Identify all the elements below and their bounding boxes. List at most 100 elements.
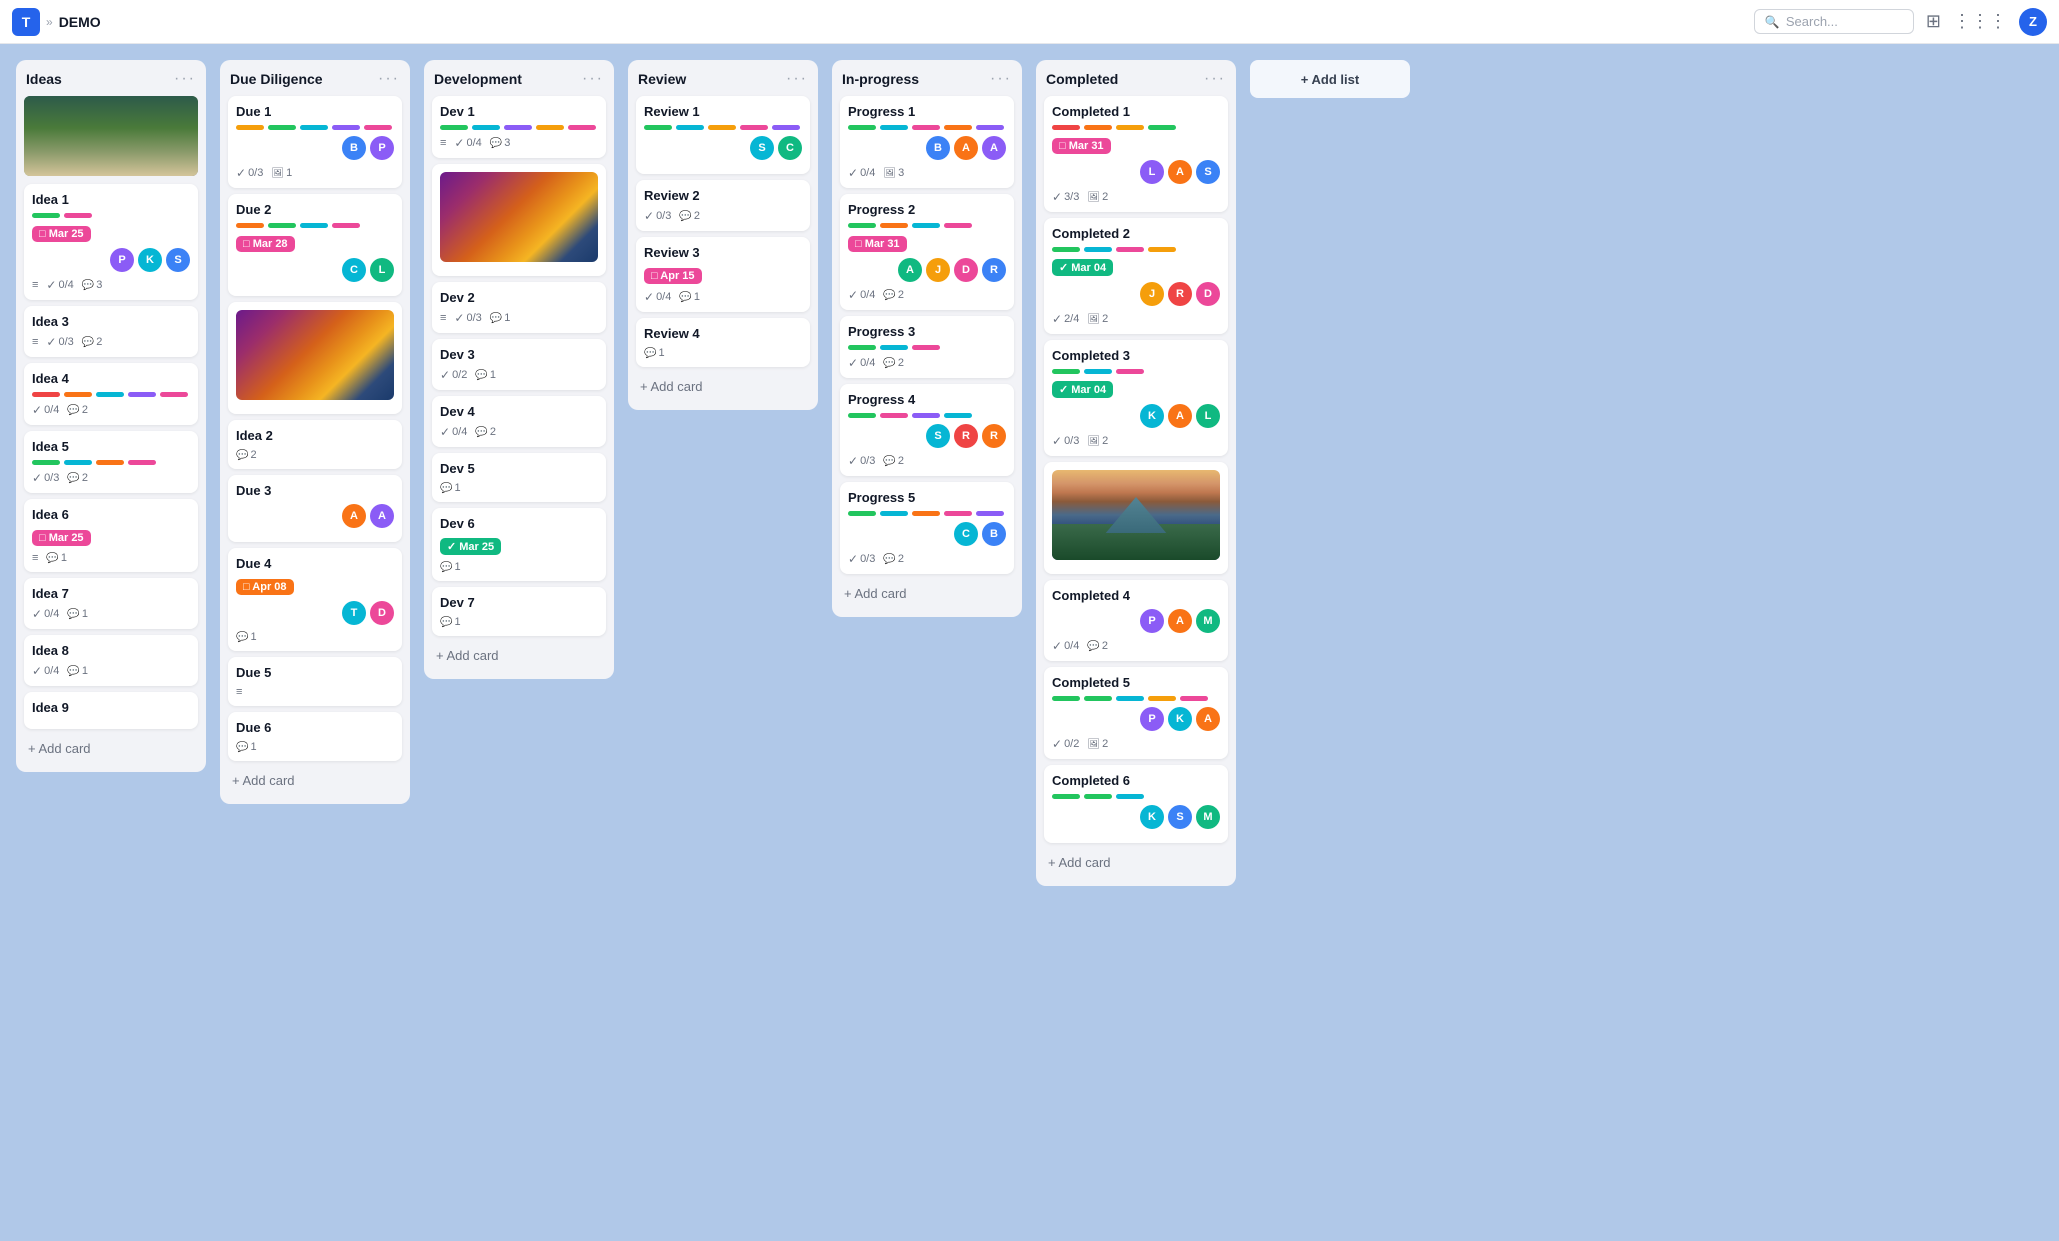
dots-icon[interactable]: ⋮⋮⋮ [1953,11,2007,32]
column-menu[interactable]: ··· [174,70,196,88]
card-dev7[interactable]: Dev 7💬 1 [432,587,606,636]
tag [1116,696,1144,701]
card-dev1[interactable]: Dev 1 ≡✓ 0/4💬 3 [432,96,606,158]
card-prog5[interactable]: Progress 5 CB ✓ 0/3💬 2 [840,482,1014,574]
column-title: In-progress [842,71,919,87]
card[interactable] [432,164,606,276]
card-dev3[interactable]: Dev 3✓ 0/2💬 1 [432,339,606,390]
check-count: ✓ 0/4 [848,166,875,180]
card-prog1[interactable]: Progress 1 BAA ✓ 0/4🖼 3 [840,96,1014,188]
column-menu[interactable]: ··· [582,70,604,88]
card-due4[interactable]: Due 4□ Apr 08 TD 💬 1 [228,548,402,651]
add-list-button[interactable]: + Add list [1250,60,1410,98]
card-avatars: SC [644,136,802,160]
card-title: Dev 2 [440,290,598,305]
add-card-button[interactable]: + Add card [24,735,198,762]
message-count: 💬 1 [67,608,88,620]
card-thumbnail [440,172,598,262]
search-box[interactable]: 🔍 Search... [1754,9,1914,34]
tag [848,413,876,418]
card-rev2[interactable]: Review 2✓ 0/3💬 2 [636,180,810,231]
user-avatar[interactable]: Z [2019,8,2047,36]
card-idea4[interactable]: Idea 4 ✓ 0/4💬 2 [24,363,198,425]
card-comp3[interactable]: Completed 3 ✓ Mar 04 KAL ✓ 0/3🖼 2 [1044,340,1228,456]
card-idea3[interactable]: Idea 3≡✓ 0/3💬 2 [24,306,198,357]
card-dev5[interactable]: Dev 5💬 1 [432,453,606,502]
card-prog2[interactable]: Progress 2 □ Mar 31 AJDR ✓ 0/4💬 2 [840,194,1014,310]
add-card-button[interactable]: + Add card [1044,849,1228,876]
card-comp4[interactable]: Completed 4 PAM ✓ 0/4💬 2 [1044,580,1228,661]
message-count: 💬 1 [440,482,461,494]
avatar: P [110,248,134,272]
column-menu[interactable]: ··· [786,70,808,88]
card-due1[interactable]: Due 1 BP ✓ 0/3🖼 1 [228,96,402,188]
add-card-button[interactable]: + Add card [636,373,810,400]
check-count: ✓ 0/3 [46,335,73,349]
card-title: Idea 1 [32,192,190,207]
card-due3[interactable]: Due 3 AA [228,475,402,542]
tag [160,392,188,397]
check-count: ✓ 0/4 [32,664,59,678]
add-card-button[interactable]: + Add card [432,642,606,669]
card-footer: ✓ 0/4💬 2 [1052,639,1220,653]
card-idea1[interactable]: Idea 1 □ Mar 25 PKS ≡✓ 0/4💬 3 [24,184,198,300]
tag [32,392,60,397]
column-menu[interactable]: ··· [1204,70,1226,88]
tag [300,223,328,228]
tag [1116,247,1144,252]
grid-icon[interactable]: ⊞ [1926,11,1941,32]
card-footer: ≡💬 1 [32,552,190,564]
card[interactable] [228,302,402,414]
card-idea6[interactable]: Idea 6□ Mar 25≡💬 1 [24,499,198,572]
card-title: Completed 6 [1052,773,1220,788]
tag [64,213,92,218]
tag [96,460,124,465]
topbar: T » DEMO 🔍 Search... ⊞ ⋮⋮⋮ Z [0,0,2059,44]
card-rev3[interactable]: Review 3□ Apr 15✓ 0/4💬 1 [636,237,810,312]
card-due6[interactable]: Due 6💬 1 [228,712,402,761]
add-card-button[interactable]: + Add card [228,767,402,794]
card-title: Due 1 [236,104,394,119]
card-tags [1052,247,1220,252]
card-rev4[interactable]: Review 4💬 1 [636,318,810,367]
card-idea5[interactable]: Idea 5 ✓ 0/3💬 2 [24,431,198,493]
card-comp5[interactable]: Completed 5 PKA ✓ 0/2🖼 2 [1044,667,1228,759]
card-comp6[interactable]: Completed 6 KSM [1044,765,1228,843]
card-title: Due 6 [236,720,394,735]
card-tags [848,413,1006,418]
card-avatars: PAM [1052,609,1220,633]
tag [96,392,124,397]
card-idea9[interactable]: Idea 9 [24,692,198,729]
card-due2[interactable]: Due 2 □ Mar 28 CL [228,194,402,296]
card-footer: ✓ 0/2🖼 2 [1052,737,1220,751]
card-idea2[interactable]: Idea 2💬 2 [228,420,402,469]
card[interactable] [1044,462,1228,574]
card-rev1[interactable]: Review 1 SC [636,96,810,174]
add-card-button[interactable]: + Add card [840,580,1014,607]
card-comp2[interactable]: Completed 2 ✓ Mar 04 JRD ✓ 2/4🖼 2 [1044,218,1228,334]
avatar: A [1196,707,1220,731]
card-dev4[interactable]: Dev 4✓ 0/4💬 2 [432,396,606,447]
avatar: K [1140,805,1164,829]
card-prog4[interactable]: Progress 4 SRR ✓ 0/3💬 2 [840,384,1014,476]
tag [332,125,360,130]
message-count: 💬 2 [1087,640,1108,652]
card-title: Progress 1 [848,104,1006,119]
card-dev2[interactable]: Dev 2≡✓ 0/3💬 1 [432,282,606,333]
app-logo[interactable]: T [12,8,40,36]
topbar-actions: 🔍 Search... ⊞ ⋮⋮⋮ Z [1754,8,2047,36]
card-dev6[interactable]: Dev 6✓ Mar 25💬 1 [432,508,606,581]
card-avatars: JRD [1052,282,1220,306]
card-idea8[interactable]: Idea 8✓ 0/4💬 1 [24,635,198,686]
image-count: 🖼 2 [1087,313,1108,325]
message-count: 💬 1 [475,369,496,381]
card-comp1[interactable]: Completed 1 □ Mar 31 LAS ✓ 3/3🖼 2 [1044,96,1228,212]
image-count: 🖼 2 [1087,435,1108,447]
card-idea7[interactable]: Idea 7✓ 0/4💬 1 [24,578,198,629]
column-menu[interactable]: ··· [990,70,1012,88]
card-prog3[interactable]: Progress 3 ✓ 0/4💬 2 [840,316,1014,378]
avatar: R [954,424,978,448]
card-tags [848,125,1006,130]
column-menu[interactable]: ··· [378,70,400,88]
card-due5[interactable]: Due 5≡ [228,657,402,706]
